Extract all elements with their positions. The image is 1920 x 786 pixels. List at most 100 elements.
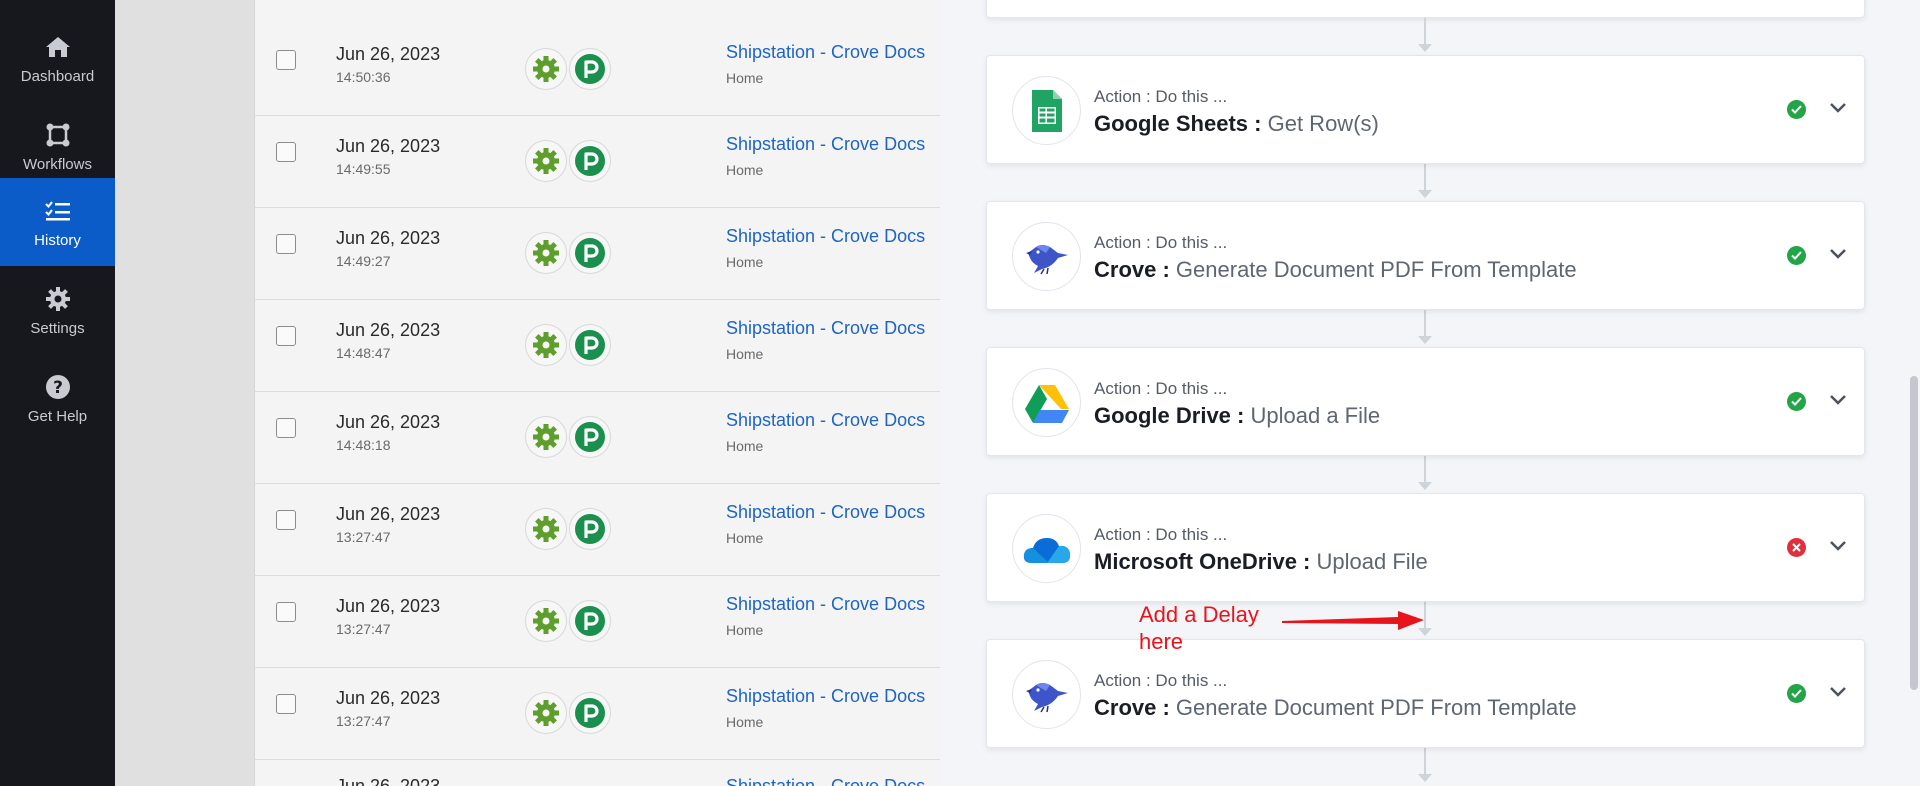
row-app-icons (525, 324, 611, 366)
row-checkbox[interactable] (276, 326, 296, 346)
nav-dashboard[interactable]: Dashboard (0, 14, 115, 102)
help-icon: ? (43, 372, 73, 402)
chevron-down-icon[interactable] (1827, 388, 1849, 410)
table-row[interactable]: Jun 26, 2023 14:49:55 Shipstation - Crov… (254, 116, 940, 208)
row-workflow-link[interactable]: Shipstation - Crove Docs (726, 226, 925, 247)
home-icon (43, 32, 73, 62)
chevron-down-icon[interactable] (1827, 96, 1849, 118)
pabbly-p-icon (569, 232, 611, 274)
row-checkbox[interactable] (276, 510, 296, 530)
google-sheets-icon (1012, 76, 1081, 145)
workflow-step-card[interactable]: Action : Do this ... Crove : Generate Do… (986, 201, 1865, 310)
scrollbar-thumb[interactable] (1910, 376, 1918, 690)
gear-app-icon (525, 232, 567, 274)
step-title: Crove : Generate Document PDF From Templ… (1094, 257, 1577, 283)
row-workflow-link[interactable]: Shipstation - Crove Docs (726, 594, 925, 615)
row-workflow-link[interactable]: Shipstation - Crove Docs (726, 502, 925, 523)
row-checkbox[interactable] (276, 418, 296, 438)
row-workflow-link[interactable]: Shipstation - Crove Docs (726, 42, 925, 63)
chevron-down-icon[interactable] (1827, 242, 1849, 264)
step-title: Crove : Generate Document PDF From Templ… (1094, 695, 1577, 721)
row-checkbox[interactable] (276, 602, 296, 622)
row-date: Jun 26, 2023 (336, 228, 441, 248)
connector-arrow-icon (1418, 482, 1432, 490)
workflow-step-card[interactable]: Action : Do this ... Google Drive : Uplo… (986, 347, 1865, 456)
chevron-down-icon[interactable] (1827, 680, 1849, 702)
nav-history[interactable]: History (0, 178, 115, 266)
pabbly-p-icon (569, 48, 611, 90)
table-row[interactable]: Jun 26, 2023 13:27:47 Shipstation - Crov… (254, 576, 940, 668)
row-workflow-link[interactable]: Shipstation - Crove Docs (726, 318, 925, 339)
row-folder: Home (726, 162, 764, 178)
step-kicker: Action : Do this ... (1094, 87, 1228, 106)
row-time: 14:49:55 (336, 161, 391, 177)
table-row[interactable]: Jun 26, 2023 14:49:27 Shipstation - Crov… (254, 208, 940, 300)
row-checkbox[interactable] (276, 50, 296, 70)
row-date: Jun 26, 2023 (336, 504, 441, 524)
row-checkbox[interactable] (276, 694, 296, 714)
nav-settings[interactable]: Settings (0, 266, 115, 354)
step-kicker: Action : Do this ... (1094, 525, 1228, 544)
row-date: Jun 26, 2023 (336, 688, 441, 708)
sidebar: Dashboard Workflows History Settings ? G… (0, 0, 115, 786)
annotation-line-2: here (1139, 629, 1184, 654)
row-time: 13:27:47 (336, 621, 391, 637)
workflow-step-card[interactable]: Action : Do this ... Crove : Generate Do… (986, 639, 1865, 748)
row-folder: Home (726, 70, 764, 86)
table-row[interactable]: Jun 26, 2023 13:27:47 Shipstation - Crov… (254, 484, 940, 576)
row-time: 14:48:18 (336, 437, 391, 453)
crove-bird-icon (1012, 222, 1081, 291)
table-row[interactable]: Jun 26, 2023 Shipstation - Crove Docs (254, 760, 940, 786)
table-row[interactable]: Jun 26, 2023 13:27:47 Shipstation - Crov… (254, 668, 940, 760)
pabbly-p-icon (569, 324, 611, 366)
gear-app-icon (525, 324, 567, 366)
nav-workflows-label: Workflows (23, 155, 92, 173)
history-gutter (115, 0, 254, 786)
row-workflow-link[interactable]: Shipstation - Crove Docs (726, 410, 925, 431)
step-app-name: Google Sheets : (1094, 111, 1262, 136)
row-folder: Home (726, 346, 764, 362)
row-time: 13:27:47 (336, 529, 391, 545)
workflow-step-card[interactable] (986, 0, 1865, 18)
row-date: Jun 26, 2023 (336, 320, 441, 340)
table-row[interactable]: Jun 26, 2023 14:50:36 Shipstation - Crov… (254, 24, 940, 116)
pabbly-p-icon (569, 692, 611, 734)
error-x-icon (1787, 538, 1806, 557)
google-drive-icon (1012, 368, 1081, 437)
gear-app-icon (525, 48, 567, 90)
step-app-name: Google Drive : (1094, 403, 1245, 428)
row-app-icons (525, 600, 611, 642)
step-app-name: Crove : (1094, 257, 1170, 282)
row-date: Jun 26, 2023 (336, 136, 441, 156)
nav-settings-label: Settings (30, 319, 85, 337)
svg-text:?: ? (53, 378, 63, 398)
workflow-step-card[interactable]: Action : Do this ... Google Sheets : Get… (986, 55, 1865, 164)
workflow-step-card[interactable]: Action : Do this ... Microsoft OneDrive … (986, 493, 1865, 602)
row-workflow-link[interactable]: Shipstation - Crove Docs (726, 776, 925, 786)
row-app-icons (525, 416, 611, 458)
onedrive-icon (1012, 514, 1081, 583)
nav-history-label: History (34, 231, 81, 249)
connector-arrow-icon (1418, 774, 1432, 782)
pabbly-p-icon (569, 140, 611, 182)
row-folder: Home (726, 530, 764, 546)
table-row[interactable]: Jun 26, 2023 14:48:47 Shipstation - Crov… (254, 300, 940, 392)
nav-get-help[interactable]: ? Get Help (0, 354, 115, 442)
step-action-name: Generate Document PDF From Template (1175, 257, 1577, 282)
table-row[interactable]: Jun 26, 2023 14:48:18 Shipstation - Crov… (254, 392, 940, 484)
row-checkbox[interactable] (276, 234, 296, 254)
pabbly-p-icon (569, 416, 611, 458)
chevron-down-icon[interactable] (1827, 534, 1849, 556)
row-workflow-link[interactable]: Shipstation - Crove Docs (726, 134, 925, 155)
row-app-icons (525, 508, 611, 550)
pabbly-p-icon (569, 508, 611, 550)
row-checkbox[interactable] (276, 142, 296, 162)
nav-dashboard-label: Dashboard (20, 67, 95, 85)
workflow-icon (43, 120, 73, 150)
row-workflow-link[interactable]: Shipstation - Crove Docs (726, 686, 925, 707)
history-list: Jun 26, 2023 14:50:36 Shipstation - Crov… (115, 0, 940, 786)
nav-workflows[interactable]: Workflows (0, 102, 115, 190)
step-action-name: Get Row(s) (1267, 111, 1379, 136)
row-app-icons (525, 48, 611, 90)
row-time: 13:27:47 (336, 713, 391, 729)
